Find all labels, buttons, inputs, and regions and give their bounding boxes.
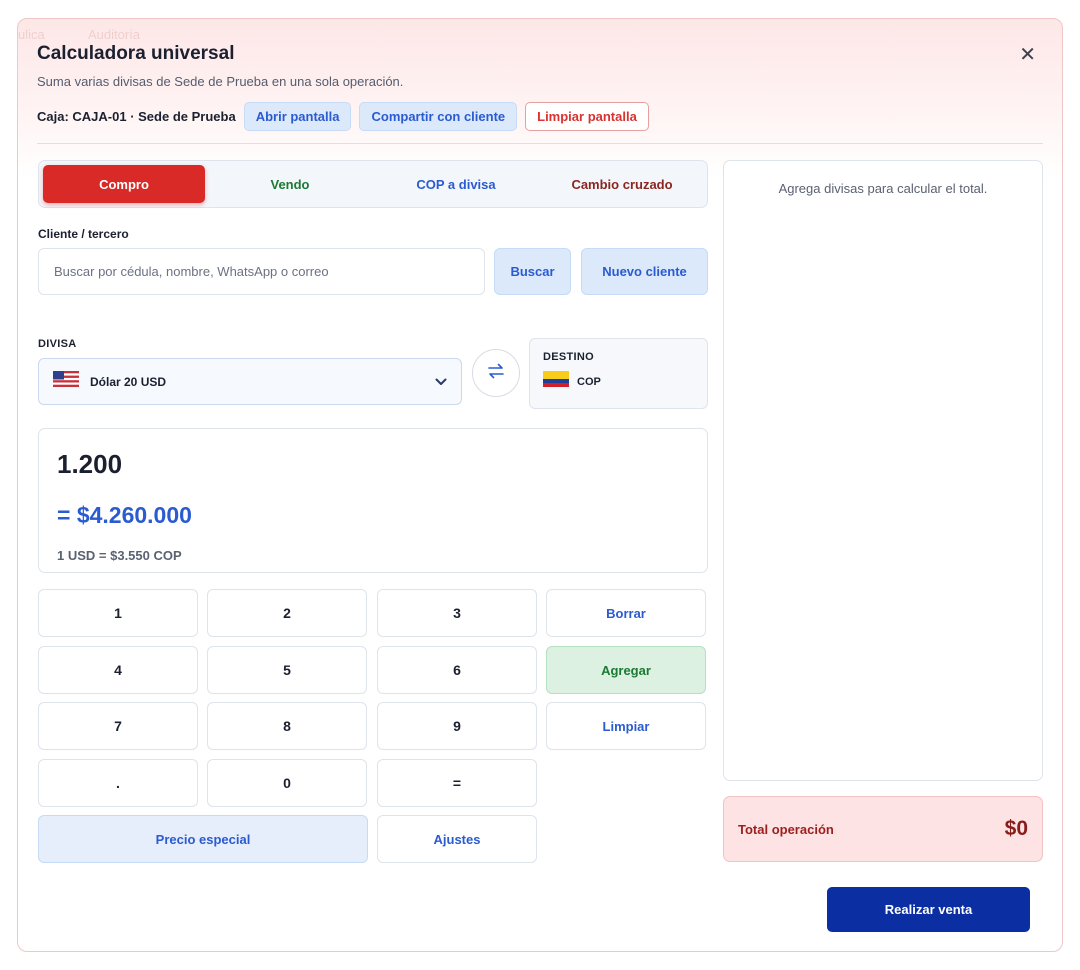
borrar-button[interactable]: Borrar (546, 589, 706, 637)
destino-label: DESTINO (543, 351, 594, 363)
divisa-label: DIVISA (38, 338, 77, 350)
operation-tabs: Compro Vendo COP a divisa Cambio cruzado (38, 160, 708, 208)
converted-value: = $4.260.000 (57, 502, 192, 528)
nuevo-cliente-button[interactable]: Nuevo cliente (581, 248, 708, 295)
destino-box: DESTINO COP (529, 338, 708, 409)
divider (37, 143, 1043, 144)
buscar-button[interactable]: Buscar (494, 248, 571, 295)
key-dot[interactable]: . (38, 759, 198, 807)
key-8[interactable]: 8 (207, 702, 367, 750)
colombia-flag-icon (543, 371, 569, 392)
tab-compro[interactable]: Compro (43, 165, 205, 203)
tab-cambio-cruzado[interactable]: Cambio cruzado (541, 165, 703, 203)
realizar-venta-button[interactable]: Realizar venta (827, 887, 1030, 932)
limpiar-button[interactable]: Limpiar (546, 702, 706, 750)
caja-label: Caja: CAJA-01 · Sede de Prueba (37, 108, 236, 124)
divisa-select[interactable]: Dólar 20 USD (38, 358, 462, 405)
compartir-cliente-button[interactable]: Compartir con cliente (359, 101, 518, 131)
key-2[interactable]: 2 (207, 589, 367, 637)
cliente-search-input[interactable] (38, 248, 485, 295)
us-flag-icon (53, 371, 79, 392)
modal-title: Calculadora universal (37, 43, 235, 64)
key-1[interactable]: 1 (38, 589, 198, 637)
key-6[interactable]: 6 (377, 646, 537, 694)
swap-icon (486, 362, 506, 385)
amount-value: 1.200 (57, 449, 123, 479)
divisa-selected-label: Dólar 20 USD (90, 374, 167, 389)
empty-state-text: Agrega divisas para calcular el total. (778, 181, 988, 196)
caja-toolbar: Caja: CAJA-01 · Sede de Prueba Abrir pan… (37, 101, 649, 131)
cliente-label: Cliente / tercero (38, 227, 129, 241)
background-nav-item: Auditoría (88, 27, 141, 42)
abrir-pantalla-button[interactable]: Abrir pantalla (243, 101, 352, 131)
ajustes-button[interactable]: Ajustes (377, 815, 537, 863)
chevron-down-icon (435, 373, 447, 391)
currency-list-panel: Agrega divisas para calcular el total. (723, 160, 1043, 781)
key-0[interactable]: 0 (207, 759, 367, 807)
total-value: $0 (1004, 817, 1028, 840)
background-nav-item: ulica (18, 27, 45, 42)
exchange-rate: 1 USD = $3.550 COP (57, 548, 182, 563)
total-label: Total operación (738, 821, 834, 837)
destino-currency: COP (577, 375, 601, 388)
amount-display: 1.200 = $4.260.000 1 USD = $3.550 COP (38, 428, 708, 573)
modal-subtitle: Suma varias divisas de Sede de Prueba en… (37, 74, 404, 89)
key-5[interactable]: 5 (207, 646, 367, 694)
tab-vendo[interactable]: Vendo (209, 165, 371, 203)
key-4[interactable]: 4 (38, 646, 198, 694)
key-3[interactable]: 3 (377, 589, 537, 637)
agregar-button[interactable]: Agregar (546, 646, 706, 694)
key-7[interactable]: 7 (38, 702, 198, 750)
swap-currencies-button[interactable] (472, 349, 520, 397)
precio-especial-button[interactable]: Precio especial (38, 815, 368, 863)
key-equals[interactable]: = (377, 759, 537, 807)
limpiar-pantalla-button[interactable]: Limpiar pantalla (525, 101, 649, 131)
close-icon[interactable]: ✕ (1019, 45, 1036, 65)
calculator-modal: ulica Auditoría Calculadora universal Su… (17, 18, 1063, 952)
tab-cop-a-divisa[interactable]: COP a divisa (375, 165, 537, 203)
total-operation-box: Total operación $0 (723, 796, 1043, 862)
key-9[interactable]: 9 (377, 702, 537, 750)
